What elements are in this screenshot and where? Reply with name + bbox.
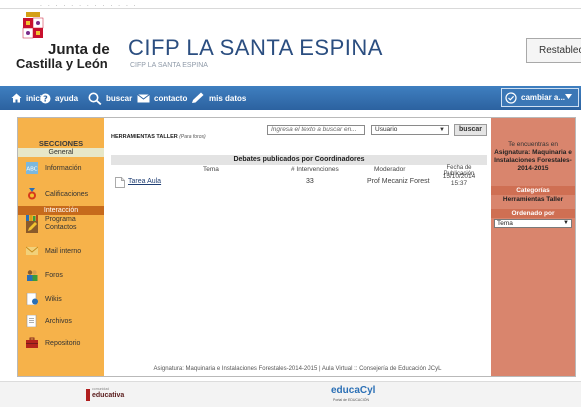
page: · · · · · · · · · · · · · Junta de Casti… <box>0 0 581 407</box>
sidebar-item-repositorio[interactable]: Repositorio <box>18 336 104 350</box>
course-footer-text: Asignatura: Maquinaria e Instalaciones F… <box>153 366 442 372</box>
main-navbar: inicio ? ayuda buscar contacto mis datos… <box>0 86 581 110</box>
site-subtitle: CIFP LA SANTA ESPINA <box>130 62 208 69</box>
current-course: Asignatura: Maquinaria e Instalaciones F… <box>491 149 575 173</box>
sidebar-item-label: Mail interno <box>45 247 82 255</box>
group-interaccion-label: Interacción <box>18 206 104 215</box>
current-course-line: 2014-2015 <box>517 165 549 172</box>
top-dots: · · · · · · · · · · · · · <box>40 3 138 10</box>
group-general-label: General <box>18 148 104 157</box>
sidebar-item-label: Repositorio <box>45 339 81 347</box>
logo-text-line2: Castilla y León <box>16 56 108 71</box>
table-title: Debates publicados por Coordinadores <box>111 155 487 165</box>
moderator-name: Prof Mecaniz Forest <box>367 178 430 185</box>
column-header-tema: Tema <box>203 166 219 173</box>
category-link[interactable]: Herramientas Taller <box>491 196 575 203</box>
sort-select-value: Tema <box>497 220 513 227</box>
topic-link[interactable]: Tarea Aula <box>128 178 161 185</box>
chevron-down-icon <box>565 94 572 99</box>
context-panel: Te encuentras en Asignatura: Maquinaria … <box>491 118 575 376</box>
search-scope-select[interactable]: Usuario ▼ <box>371 125 449 135</box>
location-label: Te encuentras en <box>508 141 558 148</box>
sidebar-item-label: Wikis <box>45 295 62 303</box>
briefcase-icon <box>26 337 38 348</box>
educativa-logo-text: educativa <box>92 392 125 399</box>
breadcrumb-title: HERRAMIENTAS TALLER <box>111 134 178 140</box>
sidebar-item-contactos[interactable]: Contactos <box>18 220 104 234</box>
wiki-icon <box>26 293 38 305</box>
sidebar-item-wikis[interactable]: Wikis <box>18 292 104 306</box>
mail-icon <box>137 93 150 102</box>
nav-ayuda[interactable]: ? ayuda <box>40 86 78 110</box>
coat-of-arms-icon <box>22 12 44 39</box>
search-button[interactable]: buscar <box>454 124 487 136</box>
breadcrumb: HERRAMIENTAS TALLER (Para foros) <box>111 134 206 140</box>
content-area: HERRAMIENTAS TALLER (Para foros) Ingresa… <box>106 118 489 376</box>
sort-heading: Ordenado por <box>491 209 575 218</box>
help-icon: ? <box>40 93 51 103</box>
educativa-logo-small: comunidad <box>92 387 110 391</box>
search-input[interactable]: Ingresa el texto a buscar en... <box>267 125 365 135</box>
search-icon <box>88 92 102 105</box>
site-title: CIFP LA SANTA ESPINA <box>128 35 383 60</box>
educacyl-logo[interactable]: educaCyl Portal de EDUCACIÓN <box>327 385 397 405</box>
search-scope-value: Usuario <box>375 126 398 133</box>
column-header-moderador: Moderador <box>374 166 406 173</box>
column-header-intervenciones: # Intervenciones <box>291 166 339 173</box>
sidebar-item-foros[interactable]: Foros <box>18 268 104 282</box>
educacyl-logo-text: educaCyl <box>331 385 376 396</box>
document-icon <box>115 177 125 188</box>
sidebar-item-informacion[interactable]: ABC Información <box>18 161 104 175</box>
nav-ayuda-label: ayuda <box>55 93 79 103</box>
sort-select[interactable]: Tema ▼ <box>494 219 572 228</box>
breadcrumb-note: (Para foros) <box>179 134 206 140</box>
mail-icon <box>26 246 38 255</box>
sidebar-item-archivos[interactable]: Archivos <box>18 314 104 328</box>
educativa-logo-mark <box>86 389 90 401</box>
sidebar-item-label: Contactos <box>45 223 77 231</box>
cambiar-a-dropdown[interactable]: cambiar a... <box>501 88 579 107</box>
current-course-line: Instalaciones Forestales- <box>494 157 572 164</box>
pencil-icon <box>192 92 204 103</box>
sidebar-item-label: Información <box>45 164 82 172</box>
folder-icon <box>26 315 37 327</box>
refresh-icon <box>505 91 517 104</box>
nav-contacto-label: contacto <box>154 93 188 103</box>
chevron-down-icon: ▼ <box>563 220 569 226</box>
sections-sidebar: SECCIONES General ABC Información Califi… <box>18 118 104 376</box>
current-course-line: Asignatura: Maquinaria e <box>494 149 572 156</box>
nav-buscar[interactable]: buscar <box>88 86 132 110</box>
home-icon <box>11 93 22 103</box>
site-header: Junta de Castilla y León CIFP LA SANTA E… <box>0 10 581 86</box>
sidebar-item-mail-interno[interactable]: Mail interno <box>18 244 104 258</box>
nav-mis-datos[interactable]: mis datos <box>191 86 246 110</box>
pencil-icon <box>26 221 38 233</box>
svg-text:?: ? <box>43 94 48 103</box>
educacyl-logo-subtitle: Portal de EDUCACIÓN <box>333 398 369 402</box>
table-row: Tarea Aula 33 Prof Mecaniz Forest 15/10/… <box>111 173 487 191</box>
page-footer: comunidad educativa educaCyl Portal de E… <box>0 381 581 407</box>
people-icon <box>27 270 38 281</box>
junta-logo[interactable]: Junta de Castilla y León <box>12 12 110 76</box>
nav-mis-datos-label: mis datos <box>209 93 247 103</box>
comunidad-educativa-logo[interactable]: comunidad educativa <box>86 387 158 402</box>
info-icon: ABC <box>26 162 38 174</box>
cambiar-a-label: cambiar a... <box>521 93 566 102</box>
categories-heading: Categorías <box>491 186 575 195</box>
sidebar-item-label: Calificaciones <box>45 190 89 198</box>
sidebar-item-label: Archivos <box>45 317 72 325</box>
sidebar-item-calificaciones[interactable]: Calificaciones <box>18 187 104 201</box>
restablecer-button[interactable]: Restablecer <box>526 38 581 63</box>
intervenciones-count: 33 <box>306 178 314 185</box>
nav-buscar-label: buscar <box>106 93 133 103</box>
sections-heading: SECCIONES <box>38 139 84 148</box>
sidebar-item-label: Foros <box>45 271 63 279</box>
publication-date: 15/10/2014 15:37 <box>433 173 485 187</box>
browser-top-strip: · · · · · · · · · · · · · <box>0 0 581 10</box>
medal-icon <box>28 188 36 200</box>
chevron-down-icon: ▼ <box>439 127 445 133</box>
nav-contacto[interactable]: contacto <box>137 86 187 110</box>
svg-text:ABC: ABC <box>26 167 37 173</box>
publication-date-time: 15:37 <box>450 179 468 187</box>
